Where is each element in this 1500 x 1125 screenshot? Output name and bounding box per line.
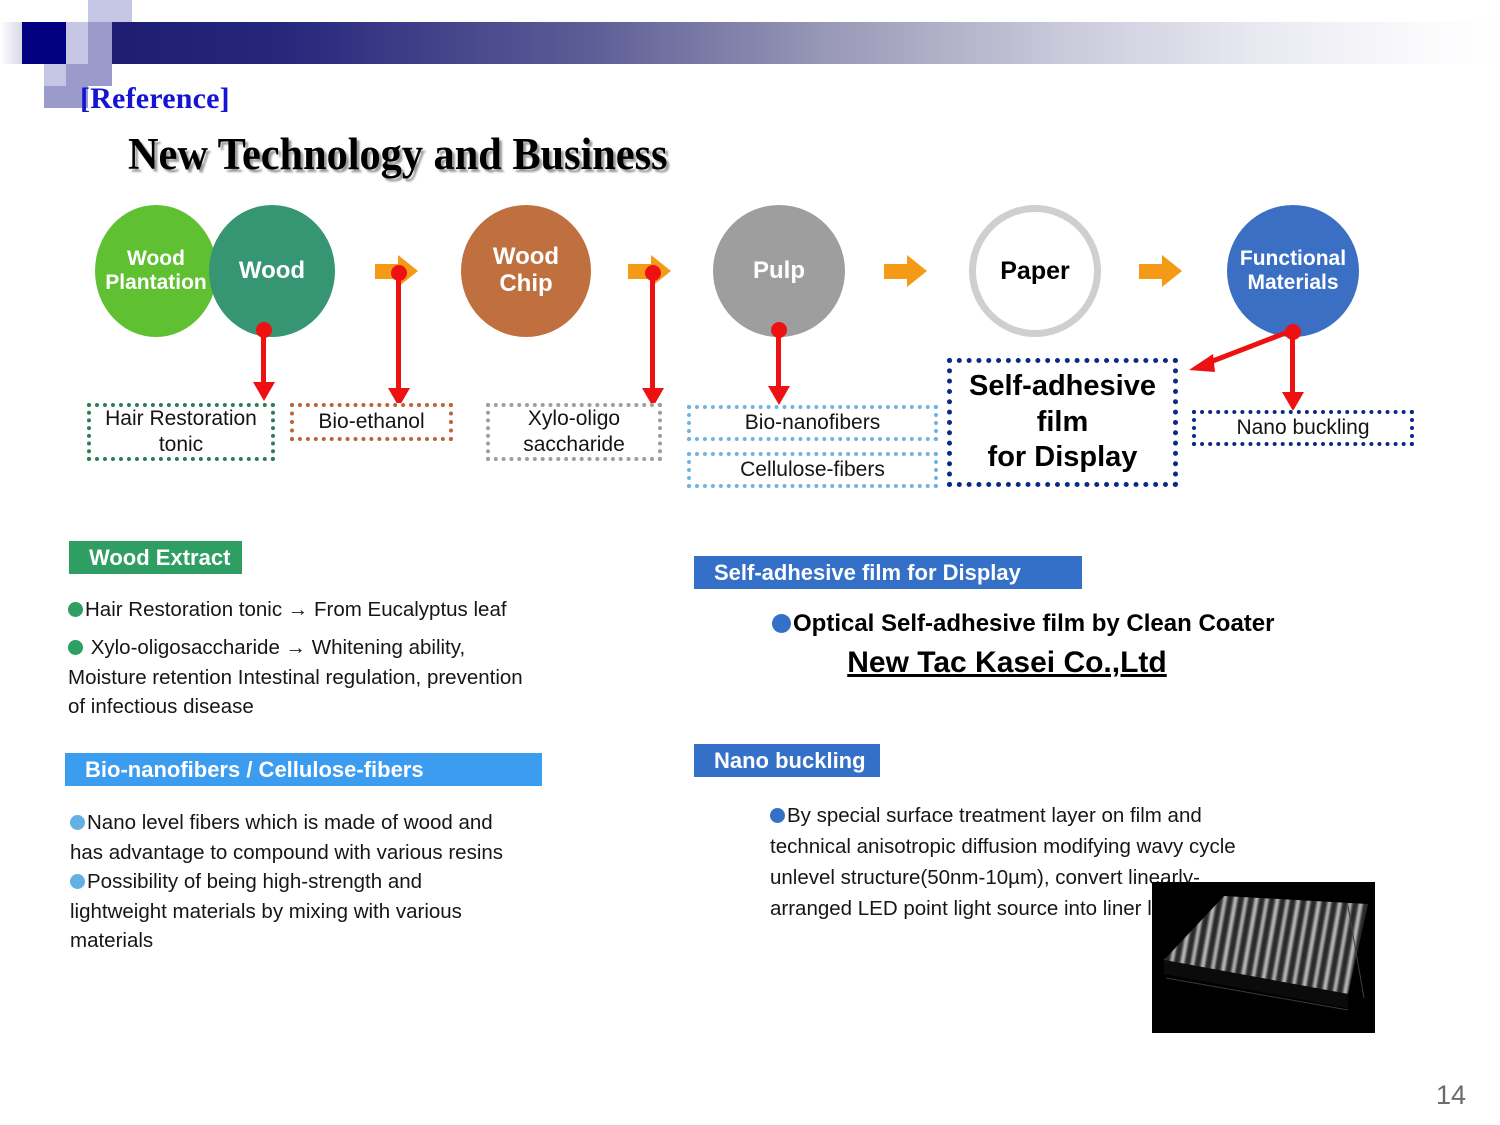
label-box-self-adhesive-film-for-display[interactable]: Self-adhesive film for Display bbox=[947, 358, 1178, 487]
wood-extract-bullet-1: Hair Restoration tonic → From Eucalyptus… bbox=[68, 595, 538, 625]
flow-node-wood[interactable]: Wood bbox=[209, 205, 335, 337]
section-heading-wood-extract: Wood Extract bbox=[69, 541, 242, 574]
bullet-text: Hair Restoration tonic → From Eucalyptus… bbox=[85, 598, 507, 621]
bullet-icon bbox=[70, 874, 85, 889]
bullet-text: Xylo-oligosaccharide → Whitening ability… bbox=[68, 636, 523, 719]
connector-line-bio-ethanol bbox=[396, 272, 401, 388]
afm-surface-graphic bbox=[1152, 882, 1375, 1033]
nano-buckling-afm-image bbox=[1152, 882, 1375, 1033]
section-heading-bio-nanofibers: Bio-nanofibers / Cellulose-fibers bbox=[65, 753, 542, 786]
bullet-text: Possibility of being high-strength and l… bbox=[70, 870, 462, 953]
header-square-light-2 bbox=[88, 0, 132, 22]
wood-extract-bullet-2: Xylo-oligosaccharide → Whitening ability… bbox=[68, 633, 538, 722]
label-box-text: Bio-nanofibers bbox=[744, 411, 881, 435]
section-heading-label: Nano buckling bbox=[714, 747, 866, 773]
bullet-icon bbox=[772, 614, 791, 633]
section-heading-self-adhesive-film: Self-adhesive film for Display bbox=[694, 556, 1082, 589]
label-box-text: Hair Restoration tonic bbox=[105, 407, 257, 456]
company-name: New Tac Kasei Co.,Ltd bbox=[847, 646, 1167, 680]
flow-node-paper[interactable]: Paper bbox=[969, 205, 1101, 337]
section-heading-label: Self-adhesive film for Display bbox=[714, 559, 1021, 585]
connector-line-wood-to-tonic bbox=[261, 330, 266, 382]
header-square-navy bbox=[22, 22, 66, 64]
flow-node-wood-plantation[interactable]: Wood Plantation bbox=[95, 205, 217, 337]
connector-arrowhead-nanofibers bbox=[768, 386, 790, 405]
bullet-text: Optical Self-adhesive film by Clean Coat… bbox=[793, 610, 1275, 637]
label-box-text: Bio-ethanol bbox=[318, 410, 425, 434]
flow-node-label: Paper bbox=[1000, 257, 1070, 285]
self-adhesive-body: Optical Self-adhesive film by Clean Coat… bbox=[772, 608, 1372, 680]
label-box-hair-restoration-tonic[interactable]: Hair Restoration tonic bbox=[87, 403, 275, 461]
flow-node-label: Functional Materials bbox=[1239, 247, 1347, 294]
right-arrow-icon-4 bbox=[1139, 255, 1187, 287]
header-square-fade bbox=[0, 22, 22, 64]
section-heading-nano-buckling: Nano buckling bbox=[694, 744, 880, 777]
flow-node-label: Wood bbox=[238, 256, 306, 284]
flow-node-wood-chip[interactable]: Wood Chip bbox=[461, 205, 591, 337]
bullet-text: Nano level fibers which is made of wood … bbox=[70, 811, 504, 864]
connector-arrowhead-tonic bbox=[253, 382, 275, 401]
header-square-mid-1 bbox=[88, 22, 112, 64]
bio-nanofibers-bullet-1: Nano level fibers which is made of wood … bbox=[70, 808, 510, 867]
bio-nanofibers-bullet-2: Possibility of being high-strength and l… bbox=[70, 867, 510, 956]
label-box-cellulose-fibers[interactable]: Cellulose-fibers bbox=[687, 452, 938, 488]
bullet-icon bbox=[68, 640, 83, 655]
label-box-bio-ethanol[interactable]: Bio-ethanol bbox=[290, 403, 453, 441]
label-box-text: Self-adhesive film for Display bbox=[969, 370, 1156, 474]
label-box-xylo-oligo-saccharide[interactable]: Xylo-oligo saccharide bbox=[486, 403, 662, 461]
section-heading-label: Bio-nanofibers / Cellulose-fibers bbox=[85, 756, 424, 782]
bullet-icon bbox=[70, 815, 85, 830]
bullet-icon bbox=[68, 602, 83, 617]
connector-line-pulp-to-nanofibers bbox=[776, 330, 781, 386]
label-box-text: Cellulose-fibers bbox=[740, 458, 885, 482]
label-box-bio-nanofibers[interactable]: Bio-nanofibers bbox=[687, 405, 938, 441]
right-arrow-icon-3 bbox=[884, 255, 932, 287]
reference-label: [Reference] bbox=[80, 82, 230, 115]
label-box-text: Nano buckling bbox=[1236, 416, 1370, 440]
label-box-text: Xylo-oligo saccharide bbox=[523, 407, 625, 456]
header-gradient-band bbox=[112, 22, 1500, 64]
slide-root: [Reference] New Technology and Business … bbox=[0, 0, 1500, 1125]
page-title: New Technology and Business bbox=[128, 129, 668, 179]
self-adhesive-bullet: Optical Self-adhesive film by Clean Coat… bbox=[772, 608, 1372, 640]
bullet-icon bbox=[770, 808, 785, 823]
connector-arrowhead-nano-buckling bbox=[1282, 392, 1304, 411]
connector-line-xylo bbox=[650, 272, 655, 388]
flow-node-label: Wood Plantation bbox=[105, 247, 207, 294]
flow-node-pulp[interactable]: Pulp bbox=[713, 205, 845, 337]
flow-node-label: Wood Chip bbox=[492, 243, 560, 297]
label-box-nano-buckling[interactable]: Nano buckling bbox=[1192, 410, 1414, 446]
flow-node-label: Pulp bbox=[753, 256, 805, 284]
flow-node-functional-materials[interactable]: Functional Materials bbox=[1227, 205, 1359, 337]
page-number: 14 bbox=[1435, 1080, 1466, 1110]
section-heading-label: Wood Extract bbox=[89, 544, 231, 570]
connector-diagonal-to-self-adhesive bbox=[1189, 327, 1294, 372]
